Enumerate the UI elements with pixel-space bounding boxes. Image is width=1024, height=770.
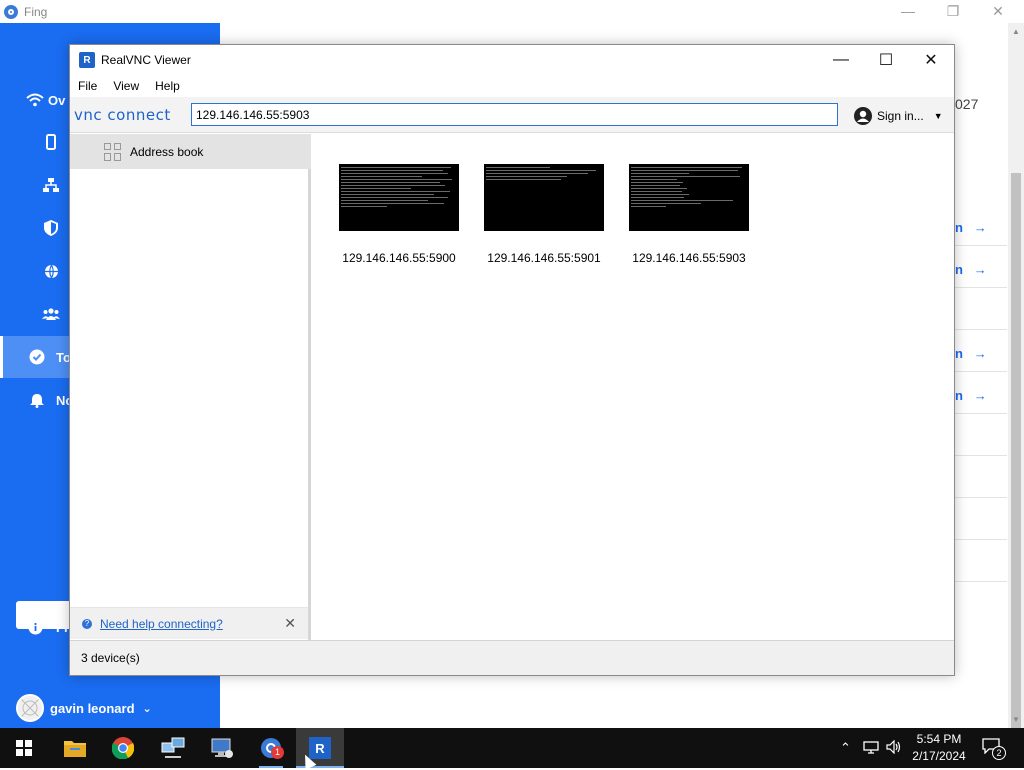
remote-desktop-icon (211, 738, 233, 758)
device-grid: 129.146.146.55:5900 129.146.146.55:5901 … (314, 134, 954, 640)
device-thumbnail (339, 164, 459, 231)
sidebar-item-label: Address book (130, 144, 204, 159)
fing-restore-button[interactable]: ❐ (938, 2, 968, 20)
chevron-down-icon: ⌄ (142, 702, 152, 715)
network-tray-icon[interactable] (863, 740, 879, 757)
scroll-down-icon[interactable]: ▼ (1012, 715, 1020, 724)
fing-user-menu[interactable]: gavin leonard ⌄ (16, 693, 152, 723)
vnc-connect-logo: vnc connect (74, 106, 171, 124)
taskbar-network-tool[interactable] (149, 728, 197, 768)
notification-badge: 1 (271, 746, 284, 759)
fing-nav-label: Fi (56, 619, 68, 635)
fing-row-link[interactable]: n → (955, 262, 987, 277)
status-bar: 3 device(s) (70, 640, 954, 675)
fing-list-row[interactable] (955, 288, 1007, 330)
vnc-titlebar: R RealVNC Viewer — ☐ ✕ (70, 45, 954, 75)
clock-date: 2/17/2024 (912, 749, 966, 763)
sign-in-label: Sign in... (877, 109, 924, 123)
arrow-right-icon: → (973, 262, 987, 277)
scrollbar-thumb[interactable] (1011, 173, 1021, 728)
vnc-toolbar: vnc connect Sign in... ▼ (70, 97, 954, 133)
address-input[interactable] (191, 103, 838, 126)
people-icon (42, 305, 60, 323)
chevron-up-icon[interactable]: ⌃ (840, 740, 851, 756)
device-thumbnail (484, 164, 604, 231)
action-center-button[interactable]: 2 (982, 738, 1006, 760)
fing-list-row[interactable] (955, 414, 1007, 456)
fing-row-link[interactable]: n → (955, 388, 987, 403)
info-icon (26, 618, 44, 636)
vnc-menubar: File View Help (70, 75, 954, 97)
menu-file[interactable]: File (70, 79, 105, 93)
menu-help[interactable]: Help (147, 79, 188, 93)
realvnc-logo-icon: R (79, 52, 95, 68)
fing-app-icon (4, 4, 18, 19)
vnc-maximize-button[interactable]: ☐ (863, 45, 909, 75)
sidebar-item-address-book[interactable]: Address book (70, 134, 311, 169)
device-tile[interactable]: 129.146.146.55:5901 (483, 164, 605, 265)
device-label: 129.146.146.55:5901 (487, 251, 601, 265)
address-book-icon (104, 142, 122, 161)
fing-scrollbar[interactable]: ▲ ▼ (1008, 23, 1024, 728)
fing-titlebar: Fing — ❐ ✕ (0, 0, 1024, 23)
fing-minimize-button[interactable]: — (893, 2, 923, 20)
network-computers-icon (161, 737, 185, 758)
folder-icon (64, 741, 86, 757)
vnc-close-button[interactable]: ✕ (908, 45, 954, 75)
fing-list-row[interactable] (955, 540, 1007, 582)
question-icon: ? (82, 618, 92, 629)
wifi-icon (26, 91, 44, 109)
vnc-minimize-button[interactable]: — (818, 45, 864, 75)
device-label: 129.146.146.55:5903 (632, 251, 746, 265)
taskbar-chrome[interactable] (99, 728, 147, 768)
taskbar: 1 R ⌃ 5:54 PM 2/17/2024 2 (0, 728, 1024, 768)
fing-date-fragment: 027 (955, 96, 979, 112)
need-help-link[interactable]: Need help connecting? (100, 617, 223, 631)
device-thumbnail (629, 164, 749, 231)
device-tile[interactable]: 129.146.146.55:5903 (628, 164, 750, 265)
taskbar-fing[interactable]: 1 (247, 728, 295, 768)
check-circle-icon (28, 348, 46, 366)
realvnc-viewer-window: R RealVNC Viewer — ☐ ✕ File View Help vn… (69, 44, 955, 676)
start-button[interactable] (0, 728, 48, 768)
arrow-right-icon: → (973, 220, 987, 235)
vnc-sidebar: Address book ? Need help connecting? ✕ (70, 134, 311, 640)
sign-in-button[interactable]: Sign in... ▼ (854, 105, 943, 127)
fing-row-link[interactable]: n → (955, 346, 987, 361)
shield-icon (42, 219, 60, 237)
clock-time: 5:54 PM (916, 732, 962, 746)
vnc-window-title: RealVNC Viewer (101, 53, 191, 67)
device-tile[interactable]: 129.146.146.55:5900 (338, 164, 460, 265)
windows-icon (16, 740, 32, 756)
device-label: 129.146.146.55:5900 (342, 251, 456, 265)
help-banner: ? Need help connecting? ✕ (70, 607, 308, 639)
fing-close-button[interactable]: ✕ (983, 2, 1013, 20)
chrome-icon (112, 737, 134, 759)
fing-list-row[interactable] (955, 498, 1007, 540)
taskbar-remote-desktop[interactable] (198, 728, 246, 768)
taskbar-file-explorer[interactable] (51, 728, 99, 768)
avatar (16, 694, 44, 722)
globe-icon (42, 262, 60, 280)
volume-icon[interactable] (886, 739, 902, 757)
notification-count: 2 (992, 746, 1006, 760)
close-icon[interactable]: ✕ (284, 615, 296, 632)
user-icon (854, 107, 872, 125)
fing-window-title: Fing (24, 4, 48, 19)
device-count: 3 device(s) (81, 651, 140, 665)
user-name: gavin leonard (50, 700, 135, 716)
fing-nav-label: Ov (48, 92, 66, 108)
menu-view[interactable]: View (105, 79, 147, 93)
taskbar-clock[interactable]: 5:54 PM 2/17/2024 (908, 731, 970, 765)
fing-row-link[interactable]: n → (955, 220, 987, 235)
phone-icon (42, 133, 60, 151)
network-icon (42, 176, 60, 194)
fing-list-row[interactable] (955, 456, 1007, 498)
chevron-down-icon: ▼ (933, 111, 943, 121)
scroll-up-icon[interactable]: ▲ (1012, 27, 1020, 36)
bell-icon (28, 391, 46, 409)
arrow-right-icon: → (973, 388, 987, 403)
arrow-right-icon: → (973, 346, 987, 361)
